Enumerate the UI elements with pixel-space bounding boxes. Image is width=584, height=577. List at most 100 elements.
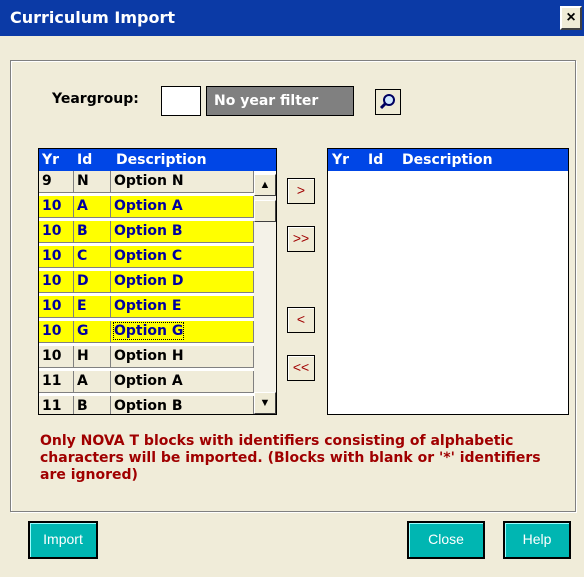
col-header-id: Id: [368, 152, 384, 168]
cell-id: A: [74, 371, 111, 392]
year-filter-display: No year filter: [206, 86, 354, 116]
cell-text: N: [77, 173, 89, 189]
col-header-yr: Yr: [332, 152, 350, 168]
cell-text: Option A: [114, 198, 183, 214]
cell-id: B: [74, 221, 111, 242]
yeargroup-input[interactable]: [161, 86, 201, 116]
cell-text: H: [77, 348, 89, 364]
destination-list-header: Yr Id Description: [328, 149, 568, 171]
cell-yr: 10: [39, 321, 74, 342]
cell-text: 11: [42, 373, 62, 389]
cell-text: Option C: [114, 248, 183, 264]
curriculum-import-window: Curriculum Import × Yeargroup: No year f…: [0, 0, 584, 577]
scroll-thumb[interactable]: [254, 200, 276, 222]
list-item[interactable]: 10 G Option G: [39, 321, 254, 343]
search-button[interactable]: [375, 89, 401, 115]
cell-text: 10: [42, 248, 62, 264]
cell-yr: 10: [39, 271, 74, 292]
cell-text: B: [77, 398, 88, 414]
cell-desc: Option E: [111, 296, 254, 317]
cell-text: B: [77, 223, 88, 239]
close-window-button[interactable]: ×: [560, 6, 582, 30]
import-button[interactable]: Import: [28, 521, 98, 559]
remove-all-button[interactable]: <<: [287, 355, 315, 381]
cell-desc: Option B: [111, 221, 254, 242]
cell-text: C: [77, 248, 88, 264]
cell-text: 10: [42, 273, 62, 289]
cell-id: E: [74, 296, 111, 317]
scroll-down-button[interactable]: ▼: [254, 392, 276, 414]
cell-yr: 10: [39, 196, 74, 217]
cell-text: Option B: [114, 223, 183, 239]
cell-text: 10: [42, 348, 62, 364]
search-icon: [379, 94, 395, 110]
cell-text: Option D: [114, 273, 184, 289]
source-list[interactable]: Yr Id Description 9 N Option N 10 A Option A1…: [38, 148, 277, 415]
cell-text: 10: [42, 198, 62, 214]
list-item[interactable]: 10 A Option A: [39, 196, 254, 218]
cell-id: N: [74, 171, 111, 192]
cell-id: H: [74, 346, 111, 367]
cell-text: Option B: [114, 398, 183, 414]
cell-text: E: [77, 298, 87, 314]
import-note: Only NOVA T blocks with identifiers cons…: [40, 433, 541, 483]
add-selected-button[interactable]: >: [287, 178, 315, 204]
cell-text: Option A: [114, 373, 183, 389]
cell-desc: Option N: [111, 171, 254, 192]
cell-text: D: [77, 273, 89, 289]
cell-id: G: [74, 321, 111, 342]
list-item[interactable]: 10 D Option D: [39, 271, 254, 293]
col-header-description: Description: [402, 152, 493, 168]
cell-text: G: [77, 323, 89, 339]
cell-desc: Option G: [111, 321, 254, 342]
yeargroup-label: Yeargroup:: [52, 91, 139, 107]
remove-selected-button[interactable]: <: [287, 307, 315, 333]
cell-text: A: [77, 198, 88, 214]
list-item[interactable]: 10 H Option H: [39, 346, 254, 368]
cell-text: Option H: [114, 348, 184, 364]
col-header-yr: Yr: [42, 152, 60, 168]
add-all-button[interactable]: >>: [287, 226, 315, 252]
source-list-scrollbar[interactable]: ▲ ▼: [254, 174, 276, 414]
cell-text: 10: [42, 223, 62, 239]
list-item[interactable]: 10 B Option B: [39, 221, 254, 243]
cell-yr: 11: [39, 396, 74, 414]
cell-desc: Option B: [111, 396, 254, 414]
cell-desc: Option H: [111, 346, 254, 367]
list-item[interactable]: 11 B Option B: [39, 396, 254, 414]
list-item[interactable]: 10 C Option C: [39, 246, 254, 268]
cell-yr: 9: [39, 171, 74, 192]
source-list-header: Yr Id Description: [39, 149, 276, 171]
col-header-id: Id: [77, 152, 93, 168]
cell-id: C: [74, 246, 111, 267]
cell-text: 9: [42, 173, 52, 189]
cell-desc: Option A: [111, 196, 254, 217]
cell-id: B: [74, 396, 111, 414]
title-bar: Curriculum Import ×: [0, 0, 584, 36]
close-icon: ×: [566, 9, 576, 26]
col-header-description: Description: [116, 152, 207, 168]
cell-yr: 11: [39, 371, 74, 392]
close-button[interactable]: Close: [407, 521, 485, 559]
cell-text: Option G: [112, 322, 185, 340]
window-title: Curriculum Import: [10, 8, 175, 27]
cell-text: 10: [42, 298, 62, 314]
help-button[interactable]: Help: [503, 521, 571, 559]
cell-text: 10: [42, 323, 62, 339]
destination-list[interactable]: Yr Id Description: [327, 148, 569, 415]
cell-desc: Option C: [111, 246, 254, 267]
cell-yr: 10: [39, 246, 74, 267]
cell-desc: Option D: [111, 271, 254, 292]
list-item[interactable]: 9 N Option N: [39, 171, 254, 193]
cell-text: Option N: [114, 173, 184, 189]
cell-text: 11: [42, 398, 62, 414]
cell-text: Option E: [114, 298, 182, 314]
cell-yr: 10: [39, 296, 74, 317]
list-item[interactable]: 10 E Option E: [39, 296, 254, 318]
cell-id: D: [74, 271, 111, 292]
cell-desc: Option A: [111, 371, 254, 392]
cell-id: A: [74, 196, 111, 217]
cell-text: A: [77, 373, 88, 389]
list-item[interactable]: 11 A Option A: [39, 371, 254, 393]
scroll-up-button[interactable]: ▲: [254, 174, 276, 196]
